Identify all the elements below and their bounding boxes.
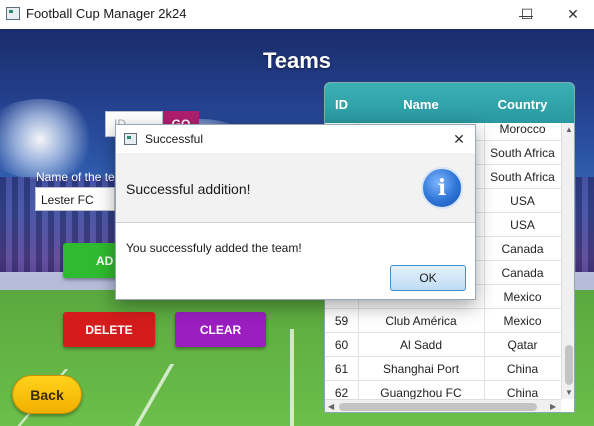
scroll-right-icon[interactable]: ▶ bbox=[550, 402, 556, 411]
clear-button[interactable]: CLEAR bbox=[175, 312, 266, 347]
dialog-title: Successful bbox=[145, 132, 204, 146]
cell-name: Guangzhou FC bbox=[380, 386, 462, 399]
table-row[interactable]: 61 Shanghai Port China bbox=[325, 357, 561, 381]
column-divider bbox=[358, 333, 359, 357]
cell-country: South Africa bbox=[490, 170, 555, 184]
delete-button[interactable]: DELETE bbox=[63, 312, 155, 347]
scroll-left-icon[interactable]: ◀ bbox=[328, 402, 334, 411]
cell-name: Shanghai Port bbox=[382, 362, 460, 376]
cell-country: Canada bbox=[501, 242, 544, 256]
pitch-line bbox=[290, 329, 294, 426]
scrollbar-thumb[interactable] bbox=[565, 345, 573, 385]
cell-country: South Africa bbox=[490, 146, 555, 160]
column-divider bbox=[484, 381, 485, 399]
cell-id: 62 bbox=[334, 386, 349, 399]
column-divider bbox=[484, 333, 485, 357]
back-button[interactable]: Back bbox=[12, 375, 82, 414]
maximize-icon: ☐ bbox=[520, 6, 534, 22]
cell-id: 60 bbox=[334, 338, 349, 352]
cell-country: Qatar bbox=[507, 338, 538, 352]
cell-country: USA bbox=[510, 218, 535, 232]
cell-country: Mexico bbox=[503, 290, 542, 304]
floodlight-left bbox=[0, 99, 100, 179]
close-window-button[interactable]: ✕ bbox=[550, 0, 594, 29]
column-divider bbox=[358, 381, 359, 399]
page-title: Teams bbox=[262, 48, 332, 73]
column-header-name[interactable]: Name bbox=[358, 97, 484, 112]
success-dialog: Successful ✕ Successful addition! i You … bbox=[115, 124, 476, 300]
column-divider bbox=[358, 357, 359, 381]
maximize-button[interactable]: ☐ bbox=[506, 0, 552, 29]
window-titlebar: Football Cup Manager 2k24 — ☐ ✕ bbox=[0, 0, 594, 29]
column-divider bbox=[484, 165, 485, 189]
window-title: Football Cup Manager 2k24 bbox=[26, 6, 187, 21]
dialog-content-text: You successfuly added the team! bbox=[126, 241, 302, 255]
cell-id: 61 bbox=[334, 362, 349, 376]
app-icon bbox=[124, 133, 137, 145]
scroll-down-icon[interactable]: ▼ bbox=[565, 388, 573, 397]
cell-id: 59 bbox=[334, 314, 349, 328]
column-divider bbox=[484, 357, 485, 381]
column-divider bbox=[484, 123, 485, 141]
scroll-up-icon[interactable]: ▲ bbox=[565, 125, 573, 134]
team-name-input[interactable]: Lester FC bbox=[35, 187, 115, 211]
team-name-label: Name of the te bbox=[36, 170, 115, 184]
horizontal-scrollbar[interactable]: ◀ ▶ bbox=[325, 399, 561, 412]
column-divider bbox=[484, 309, 485, 333]
table-header: ID Name Country bbox=[325, 83, 574, 123]
column-divider bbox=[484, 213, 485, 237]
dialog-header-text: Successful addition! bbox=[126, 181, 251, 197]
table-row[interactable]: 60 Al Sadd Qatar bbox=[325, 333, 561, 357]
ok-button[interactable]: OK bbox=[390, 265, 466, 291]
dialog-titlebar: Successful ✕ bbox=[116, 125, 475, 153]
cell-country: Canada bbox=[501, 266, 544, 280]
info-icon: i bbox=[421, 167, 463, 209]
table-row[interactable]: 59 Club América Mexico bbox=[325, 309, 561, 333]
cell-name: Al Sadd bbox=[399, 338, 443, 352]
dialog-close-button[interactable]: ✕ bbox=[449, 129, 469, 149]
column-divider bbox=[484, 237, 485, 261]
scrollbar-thumb[interactable] bbox=[339, 403, 537, 411]
column-divider bbox=[484, 141, 485, 165]
column-divider bbox=[358, 309, 359, 333]
column-divider bbox=[484, 261, 485, 285]
table-row[interactable]: 62 Guangzhou FC China bbox=[325, 381, 561, 399]
cell-country: China bbox=[506, 386, 539, 399]
cell-country: China bbox=[506, 362, 539, 376]
cell-country: USA bbox=[510, 194, 535, 208]
cell-country: Mexico bbox=[503, 314, 542, 328]
column-header-country[interactable]: Country bbox=[484, 97, 561, 112]
dialog-header: Successful addition! i bbox=[116, 153, 475, 223]
app-icon bbox=[6, 7, 20, 20]
column-divider bbox=[484, 285, 485, 309]
add-button[interactable]: AD bbox=[63, 243, 118, 278]
column-divider bbox=[484, 189, 485, 213]
cell-name: Club América bbox=[385, 314, 457, 328]
vertical-scrollbar[interactable]: ▲ ▼ bbox=[561, 123, 574, 399]
column-header-id[interactable]: ID bbox=[325, 97, 358, 112]
cell-country: Morocco bbox=[499, 123, 546, 136]
